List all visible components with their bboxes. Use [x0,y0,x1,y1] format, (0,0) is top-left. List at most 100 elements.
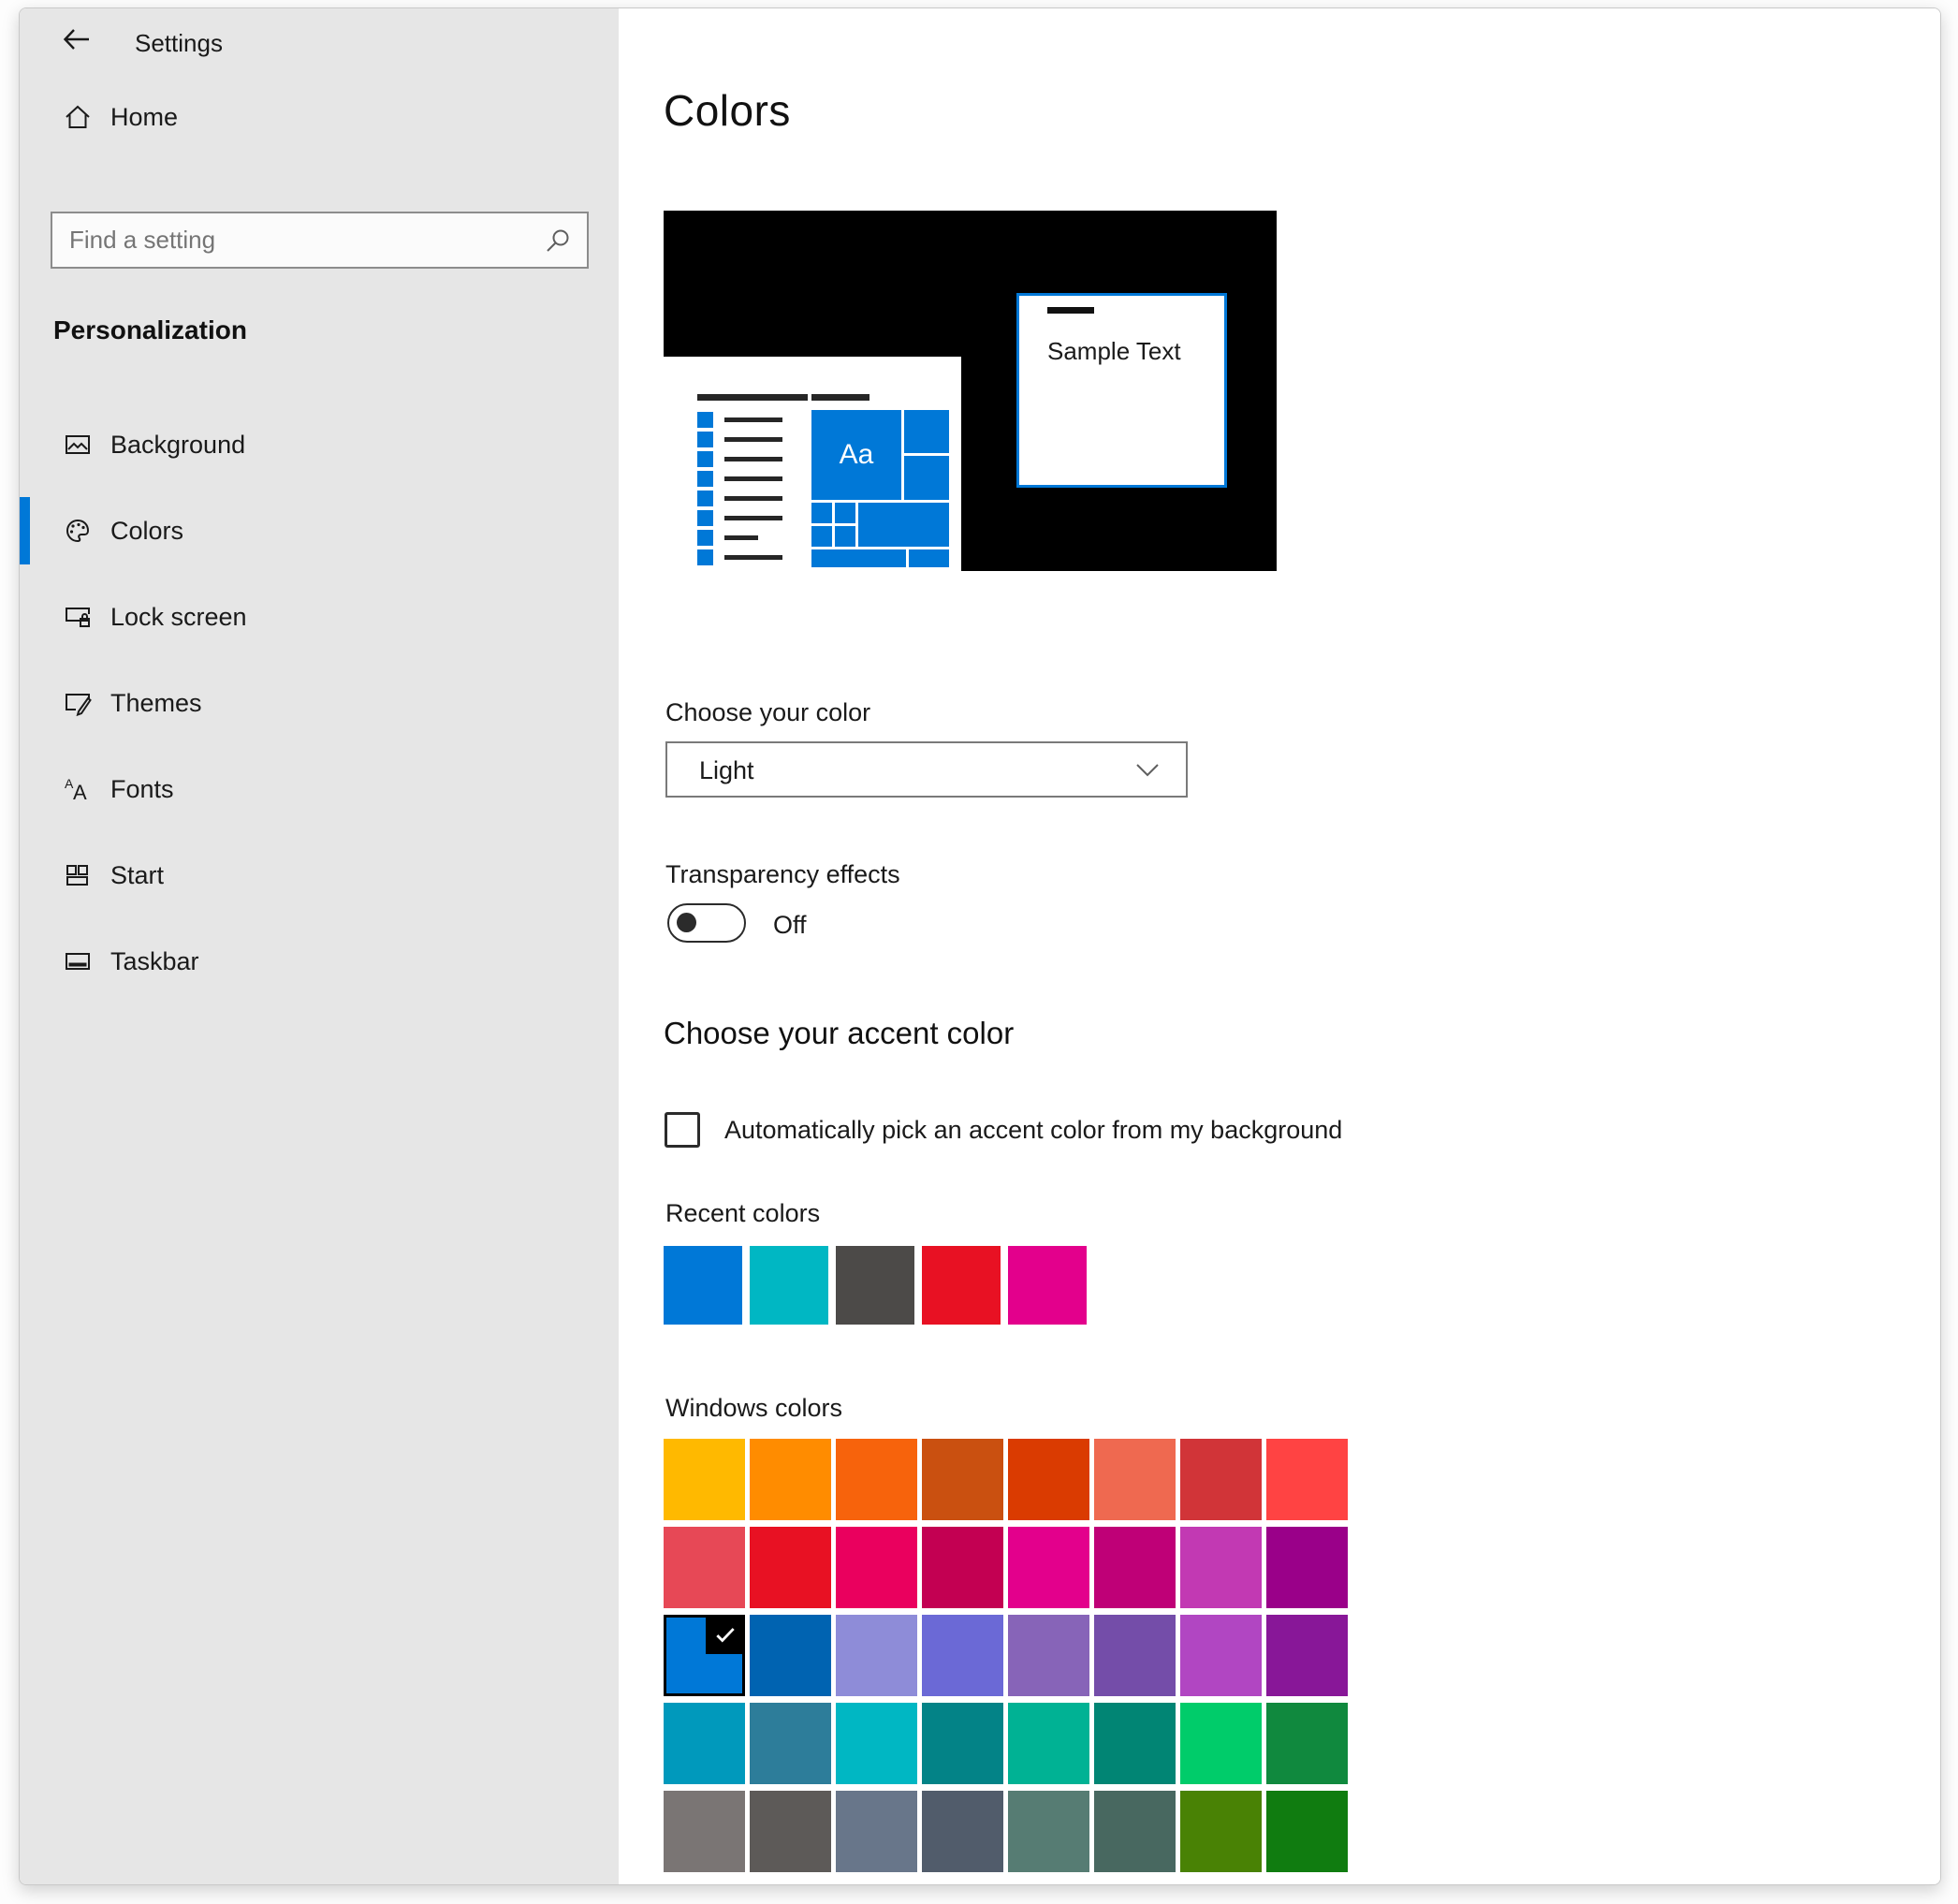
windows-color-swatch-39[interactable] [1266,1791,1348,1872]
windows-color-swatch-26[interactable] [836,1703,917,1784]
windows-color-swatch-37[interactable] [1094,1791,1176,1872]
sidebar-nav: Background Colors Lock screen Themes AA Fonts… [20,402,619,1004]
fonts-icon: AA [62,773,94,805]
chevron-down-icon [1135,762,1160,779]
windows-color-swatch-2[interactable] [836,1439,917,1520]
windows-color-swatch-27[interactable] [922,1703,1003,1784]
windows-color-swatch-1[interactable] [750,1439,831,1520]
transparency-toggle[interactable] [667,903,746,943]
windows-color-swatch-31[interactable] [1266,1703,1348,1784]
preview-tiles-mock: Aa [811,394,952,567]
windows-color-swatch-25[interactable] [750,1703,831,1784]
sidebar-item-colors[interactable]: Colors [20,488,619,574]
recent-color-swatch-1[interactable] [750,1246,828,1325]
preview-sample-window: Sample Text [1016,293,1227,488]
windows-color-swatch-13[interactable] [1094,1527,1176,1608]
lock-screen-icon [62,601,94,633]
windows-color-swatch-19[interactable] [922,1615,1003,1696]
search-input[interactable] [52,213,587,267]
recent-colors-label: Recent colors [665,1199,820,1228]
sidebar-item-label: Colors [110,517,183,546]
sidebar-item-taskbar[interactable]: Taskbar [20,918,619,1004]
windows-colors-label: Windows colors [665,1394,842,1423]
selected-check-icon [706,1615,745,1654]
recent-color-swatch-4[interactable] [1008,1246,1087,1325]
sidebar-item-label: Lock screen [110,603,247,632]
sidebar-item-background[interactable]: Background [20,402,619,488]
transparency-label: Transparency effects [665,860,900,889]
windows-color-swatch-4[interactable] [1008,1439,1089,1520]
windows-color-swatch-10[interactable] [836,1527,917,1608]
windows-color-swatch-29[interactable] [1094,1703,1176,1784]
sidebar-item-fonts[interactable]: AA Fonts [20,746,619,832]
windows-color-swatch-28[interactable] [1008,1703,1089,1784]
windows-color-swatch-38[interactable] [1180,1791,1262,1872]
auto-accent-checkbox[interactable] [665,1112,700,1148]
settings-window: Settings Home Personalization Background… [19,7,1941,1885]
sidebar-item-start[interactable]: Start [20,832,619,918]
titlebar: Settings [20,8,619,68]
screenshot-root: Settings Home Personalization Background… [0,0,1958,1904]
preview-sample-text: Sample Text [1047,337,1181,366]
search-box [51,212,589,269]
image-icon [62,429,94,461]
recent-color-swatch-0[interactable] [664,1246,742,1325]
start-icon [62,859,94,891]
sidebar-item-label: Fonts [110,775,174,804]
main-content: Colors [619,8,1940,1884]
preview-app-window: Aa [664,357,961,571]
windows-color-swatch-32[interactable] [664,1791,745,1872]
app-title: Settings [135,29,223,58]
windows-color-swatch-18[interactable] [836,1615,917,1696]
windows-color-swatch-5[interactable] [1094,1439,1176,1520]
theme-preview: Aa Sample Text [664,211,1277,571]
recent-color-swatch-3[interactable] [922,1246,1001,1325]
windows-color-swatch-20[interactable] [1008,1615,1089,1696]
auto-accent-label: Automatically pick an accent color from … [724,1116,1342,1145]
sidebar-item-themes[interactable]: Themes [20,660,619,746]
windows-color-swatch-11[interactable] [922,1527,1003,1608]
auto-accent-row[interactable]: Automatically pick an accent color from … [665,1112,1342,1148]
svg-text:A: A [73,781,87,804]
sidebar-item-label: Background [110,431,245,460]
windows-color-swatch-34[interactable] [836,1791,917,1872]
windows-color-swatch-21[interactable] [1094,1615,1176,1696]
back-button[interactable] [61,23,93,55]
windows-color-swatch-7[interactable] [1266,1439,1348,1520]
windows-color-swatch-17[interactable] [750,1615,831,1696]
preview-list-mock [697,394,811,569]
color-mode-value: Light [699,756,754,785]
sidebar-item-label: Home [110,103,178,132]
windows-color-swatch-33[interactable] [750,1791,831,1872]
sidebar-item-lock-screen[interactable]: Lock screen [20,574,619,660]
windows-color-swatch-8[interactable] [664,1527,745,1608]
windows-color-swatch-3[interactable] [922,1439,1003,1520]
sidebar-section-header: Personalization [53,315,247,345]
color-mode-dropdown[interactable]: Light [665,741,1188,798]
preview-tile-aa: Aa [811,410,901,500]
windows-color-swatch-22[interactable] [1180,1615,1262,1696]
recent-color-swatch-2[interactable] [836,1246,914,1325]
themes-icon [62,687,94,719]
transparency-state: Off [773,911,807,940]
palette-icon [62,515,94,547]
windows-color-swatch-35[interactable] [922,1791,1003,1872]
windows-color-swatch-0[interactable] [664,1439,745,1520]
windows-color-swatch-16[interactable] [664,1615,745,1696]
windows-color-swatch-12[interactable] [1008,1527,1089,1608]
windows-color-swatch-23[interactable] [1266,1615,1348,1696]
windows-color-swatch-9[interactable] [750,1527,831,1608]
windows-color-swatch-30[interactable] [1180,1703,1262,1784]
taskbar-icon [62,945,94,977]
windows-color-swatch-15[interactable] [1266,1527,1348,1608]
search-icon[interactable] [544,227,574,256]
windows-color-swatch-6[interactable] [1180,1439,1262,1520]
sidebar-item-home[interactable]: Home [20,91,619,143]
choose-color-label: Choose your color [665,698,870,727]
windows-color-swatch-14[interactable] [1180,1527,1262,1608]
home-icon [62,101,94,133]
windows-color-swatch-24[interactable] [664,1703,745,1784]
windows-color-swatch-36[interactable] [1008,1791,1089,1872]
recent-colors-row [664,1246,1087,1325]
sidebar-item-label: Taskbar [110,947,199,976]
